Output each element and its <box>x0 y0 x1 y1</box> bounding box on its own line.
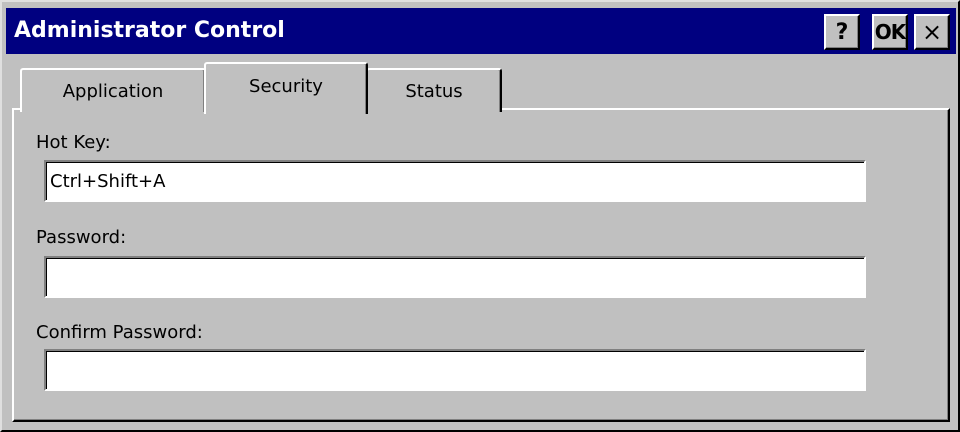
password-label: Password: <box>36 227 127 248</box>
title-bar: Administrator Control ? OK × <box>6 8 956 54</box>
hot-key-input[interactable] <box>44 160 866 202</box>
help-button[interactable]: ? <box>824 14 860 50</box>
tab-application[interactable]: Application <box>20 68 206 112</box>
confirm-password-label: Confirm Password: <box>36 322 203 343</box>
tab-status[interactable]: Status <box>366 68 502 112</box>
password-input[interactable] <box>44 256 866 298</box>
close-icon: × <box>921 18 943 46</box>
confirm-password-input[interactable] <box>44 349 866 391</box>
tab-security[interactable]: Security <box>204 62 368 114</box>
window-title: Administrator Control <box>14 18 285 43</box>
close-button[interactable]: × <box>914 14 950 50</box>
ok-button[interactable]: OK <box>872 14 908 50</box>
hot-key-label: Hot Key: <box>36 132 111 153</box>
